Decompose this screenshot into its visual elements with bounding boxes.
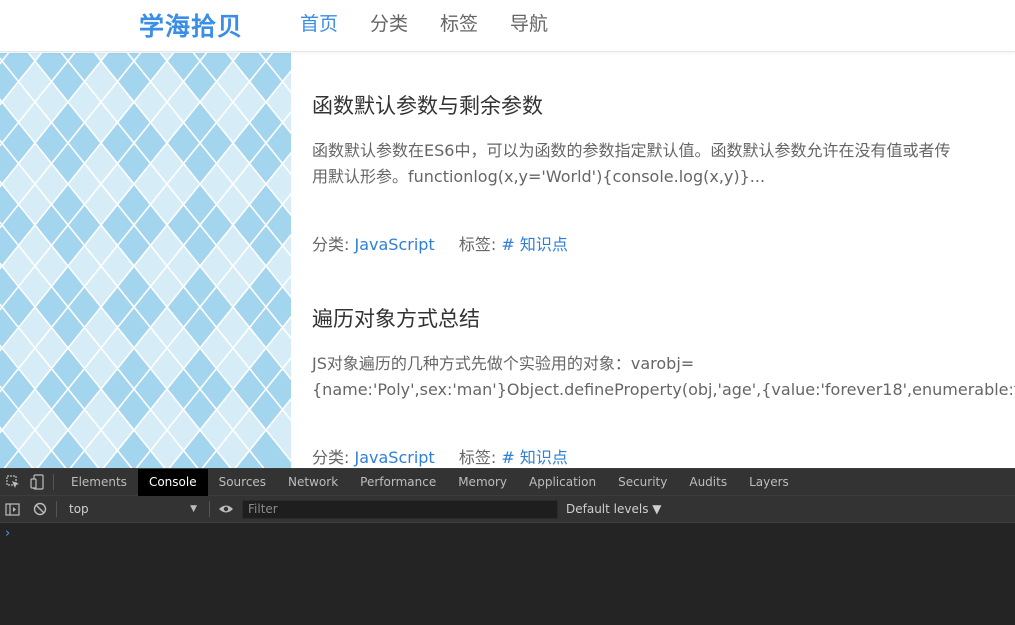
context-select[interactable]: top ▼	[63, 499, 203, 519]
article-list: 函数默认参数与剩余参数 函数默认参数在ES6中，可以为函数的参数指定默认值。函数…	[291, 53, 1015, 468]
toolbar-divider	[56, 501, 57, 517]
category-label: 分类:	[312, 448, 350, 467]
argyle-banner	[0, 53, 291, 468]
dropdown-arrow-icon: ▼	[190, 504, 197, 514]
article-card: 函数默认参数与剩余参数 函数默认参数在ES6中，可以为函数的参数指定默认值。函数…	[312, 90, 1015, 255]
summary-line: 函数默认参数在ES6中，可以为函数的参数指定默认值。函数默认参数允许在没有值或者…	[312, 141, 951, 160]
argyle-pattern	[0, 53, 291, 468]
show-sidebar-icon[interactable]	[2, 499, 22, 519]
site-header: 学海拾贝 首页 分类 标签 导航	[0, 0, 1015, 52]
tab-layers[interactable]: Layers	[738, 469, 800, 496]
tag-label: 标签:	[458, 448, 497, 467]
devtools-tabbar: Elements Console Sources Network Perform…	[0, 468, 1015, 496]
inspect-element-icon[interactable]	[3, 472, 23, 492]
console-filter-input[interactable]: Filter	[242, 499, 558, 519]
main-nav: 首页 分类 标签 导航	[300, 9, 580, 36]
console-output[interactable]: ›	[0, 523, 1015, 623]
clear-console-icon[interactable]	[30, 499, 50, 519]
tab-application[interactable]: Application	[518, 469, 607, 496]
article-title[interactable]: 遍历对象方式总结	[312, 303, 1015, 333]
article-meta: 分类: JavaScript 标签: # 知识点	[312, 231, 1015, 255]
device-toolbar-icon[interactable]	[27, 472, 47, 492]
console-prompt-icon: ›	[5, 526, 11, 541]
devtools-panel: Elements Console Sources Network Perform…	[0, 468, 1015, 625]
context-value: top	[69, 502, 89, 516]
site-logo[interactable]: 学海拾贝	[139, 7, 243, 43]
log-levels-dropdown[interactable]: Default levels ▼	[566, 502, 662, 516]
tag-link[interactable]: # 知识点	[501, 448, 568, 467]
article-card: 遍历对象方式总结 JS对象遍历的几种方式先做个实验用的对象：varobj= {n…	[312, 303, 1015, 468]
article-meta: 分类: JavaScript 标签: # 知识点	[312, 444, 1015, 468]
tab-network[interactable]: Network	[277, 469, 349, 496]
summary-line: {name:'Poly',sex:'man'}Object.defineProp…	[312, 380, 1015, 399]
tab-elements[interactable]: Elements	[60, 469, 138, 496]
live-expression-eye-icon[interactable]	[216, 499, 236, 519]
nav-home[interactable]: 首页	[300, 9, 338, 36]
tab-performance[interactable]: Performance	[349, 469, 447, 496]
category-link[interactable]: JavaScript	[355, 448, 435, 467]
toolbar-divider	[53, 474, 54, 490]
tag-link[interactable]: # 知识点	[501, 235, 568, 254]
tab-audits[interactable]: Audits	[678, 469, 738, 496]
category-link[interactable]: JavaScript	[355, 235, 435, 254]
summary-line: 用默认形参。functionlog(x,y='World'){console.l…	[312, 167, 766, 186]
summary-line: JS对象遍历的几种方式先做个实验用的对象：varobj=	[312, 354, 695, 373]
article-summary: 函数默认参数在ES6中，可以为函数的参数指定默认值。函数默认参数允许在没有值或者…	[312, 138, 1015, 190]
article-summary: JS对象遍历的几种方式先做个实验用的对象：varobj= {name:'Poly…	[312, 351, 1015, 403]
tab-security[interactable]: Security	[607, 469, 678, 496]
nav-navigation[interactable]: 导航	[510, 9, 548, 36]
nav-categories[interactable]: 分类	[370, 9, 408, 36]
tab-sources[interactable]: Sources	[208, 469, 277, 496]
tab-memory[interactable]: Memory	[447, 469, 518, 496]
tab-console[interactable]: Console	[137, 468, 208, 496]
console-toolbar: top ▼ Filter Default levels ▼	[0, 496, 1015, 523]
article-title[interactable]: 函数默认参数与剩余参数	[312, 90, 1015, 120]
tag-label: 标签:	[458, 235, 497, 254]
toolbar-divider	[209, 501, 210, 517]
category-label: 分类:	[312, 235, 350, 254]
nav-tags[interactable]: 标签	[440, 9, 478, 36]
